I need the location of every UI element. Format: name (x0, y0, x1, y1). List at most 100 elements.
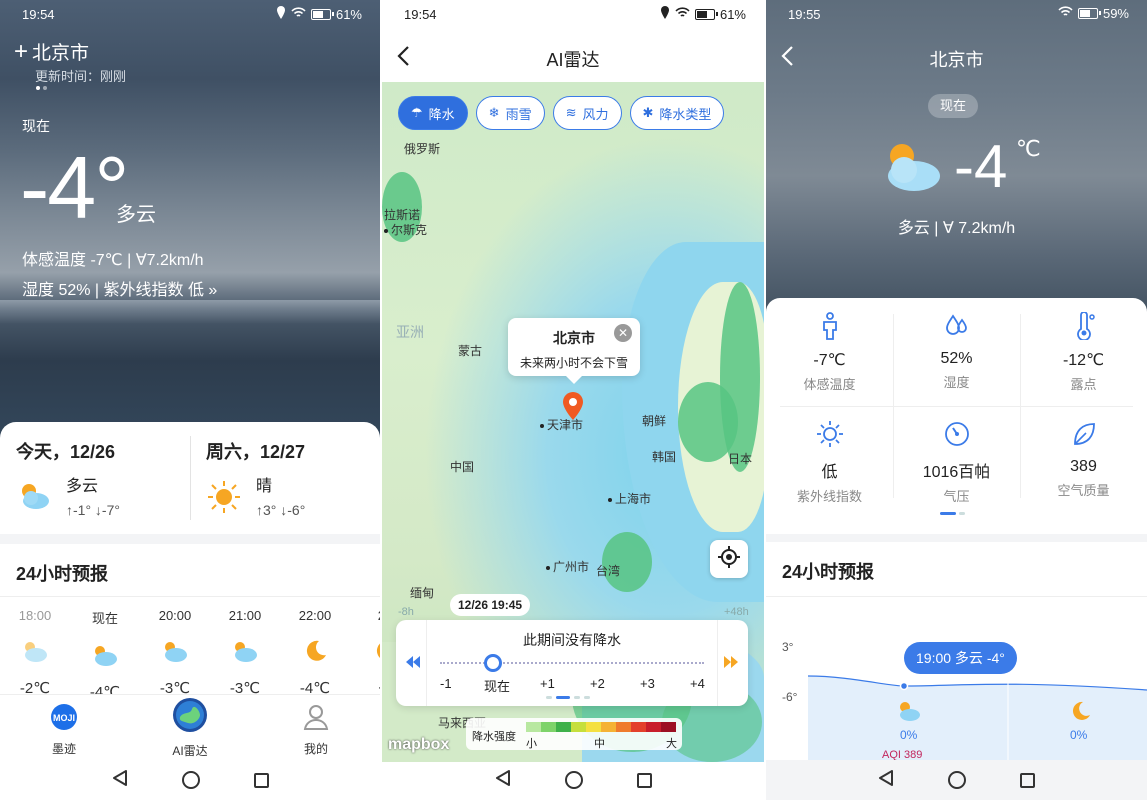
nav-recents-icon[interactable] (253, 772, 269, 788)
hour-temp: -2℃ (19, 680, 51, 694)
now-badge: 现在 (928, 94, 979, 118)
hourly-forecast-list[interactable]: 18:00 -2℃ 现在 -4℃ 20:00 -3℃ 21:00 -3℃ 22:… (0, 608, 380, 694)
page-indicator (36, 86, 47, 90)
fast-forward-icon[interactable] (722, 654, 740, 670)
day-range: ↑3° ↓-6° (256, 502, 306, 518)
hour-item[interactable]: 20:00 -3℃ (140, 608, 210, 694)
nav-recents-icon[interactable] (1020, 772, 1035, 788)
timeline-knob[interactable] (484, 654, 502, 672)
tab-moji[interactable]: MOJI 墨迹 (24, 703, 104, 757)
day-date: 周六，12/27 (206, 442, 306, 462)
status-bar: 19:54 61% (0, 0, 380, 30)
status-bar: 19:55 59% (766, 0, 1147, 30)
add-city-icon[interactable]: + (14, 39, 28, 63)
battery-icon (694, 8, 718, 20)
hour-temp: -3℃ (229, 680, 261, 694)
nav-home-icon[interactable] (564, 771, 583, 789)
forecast-24h-title: 24小时预报 (782, 562, 875, 582)
cloudy-icon (20, 637, 50, 665)
daily-forecast-card[interactable]: 今天，12/26 多云 ↑-1° ↓-7° 周六，12/27 晴 ↑3° ↓-6… (0, 422, 380, 534)
day-today[interactable]: 今天，12/26 多云 ↑-1° ↓-7° (16, 438, 120, 518)
nav-back-icon[interactable] (878, 769, 894, 792)
legend-tick: 中 (594, 738, 605, 750)
map-label: 广州市 (546, 558, 589, 575)
sleet-icon: ❄ (488, 105, 500, 120)
chip-rain-snow[interactable]: ❄ 雨雪 (475, 96, 545, 130)
status-icons: 61% (660, 6, 746, 22)
tab-profile[interactable]: 我的 (276, 703, 356, 757)
detail-label: 露点 (1070, 377, 1097, 392)
map-label: 尔斯克 (384, 221, 427, 238)
hour-item[interactable]: 18:00 -2℃ (0, 608, 70, 694)
divider (766, 596, 1147, 597)
hour-item[interactable]: 23 -4 (350, 608, 380, 694)
weather-detail-screen: 19:55 59% 北京市 现在 -4 ℃ 多云 | ∀ 7.2km/h -7℃… (766, 0, 1147, 800)
moji-logo-icon: MOJI (24, 703, 104, 734)
temp-axis-bottom: -6° (782, 690, 798, 704)
partly-cloudy-icon (90, 641, 120, 669)
legend-tick: 小 (526, 738, 537, 750)
status-time: 19:55 (788, 7, 821, 22)
timeline-tick: +4 (690, 676, 705, 691)
update-time: 更新时间：刚刚 (35, 69, 127, 84)
system-nav-bar (766, 760, 1147, 800)
sunny-icon (206, 480, 242, 519)
map-label: 蒙古 (458, 344, 483, 358)
timeline-track[interactable] (440, 662, 704, 664)
temperature-curve[interactable] (808, 670, 1147, 760)
nav-home-icon[interactable] (181, 771, 200, 789)
nav-back-icon[interactable] (495, 769, 511, 792)
detail-value: 低 (821, 464, 838, 481)
location-icon (660, 6, 670, 22)
detail-label: 空气质量 (1057, 483, 1110, 498)
hour-temp: -4℃ (299, 680, 331, 694)
location-popup[interactable]: 北京市 未来两小时不会下雪 ✕ (508, 318, 640, 384)
weather-home-screen: 19:54 61% + 北京市 更新时间：刚刚 现在 -4° 多云 体感温度 -… (0, 0, 380, 800)
day-saturday[interactable]: 周六，12/27 晴 ↑3° ↓-6° (206, 438, 306, 518)
chip-precip-type[interactable]: ✱ 降水类型 (629, 96, 725, 130)
battery-icon (1077, 8, 1101, 19)
thermometer-icon (1071, 311, 1097, 342)
tab-ai-radar[interactable]: AI雷达 (150, 698, 230, 759)
humidity-uv-link[interactable]: 湿度 52% | 紫外线指数 低 » (22, 276, 217, 300)
feels-like-wind: 体感温度 -7℃ | ∀7.2km/h (22, 252, 204, 269)
rewind-icon[interactable] (404, 654, 422, 670)
location-icon (276, 6, 286, 22)
city-name: 北京市 (32, 43, 90, 64)
precip-intensity-legend: 降水强度 小 中 大 (466, 718, 682, 750)
hour-label: 21:00 (228, 608, 262, 623)
nav-back-icon[interactable] (112, 769, 128, 792)
legend-label: 降水强度 (472, 731, 516, 743)
sun-outline-icon (816, 420, 843, 448)
radar-timeline[interactable]: 此期间没有降水 -1 现在 +1 +2 +3 +4 (396, 620, 748, 706)
chip-wind[interactable]: ≋ 风力 (552, 96, 622, 130)
locate-button[interactable] (710, 540, 748, 578)
day-date: 今天，12/26 (16, 442, 116, 462)
nav-home-icon[interactable] (948, 771, 966, 789)
close-icon[interactable]: ✕ (614, 324, 632, 342)
map-label: 俄罗斯 (404, 142, 441, 156)
moon-icon (370, 637, 380, 665)
city-selector[interactable]: + 北京市 (14, 38, 89, 65)
tab-label: 墨迹 (51, 742, 76, 756)
hour-item[interactable]: 现在 -4℃ (70, 608, 140, 694)
current-temperature: -4 (954, 133, 1008, 200)
nav-recents-icon[interactable] (636, 772, 652, 788)
page-title: 北京市 (929, 50, 984, 70)
moon-icon (1068, 700, 1092, 727)
chip-label: 降水类型 (659, 106, 712, 122)
hour-item[interactable]: 21:00 -3℃ (210, 608, 280, 694)
weather-details-card[interactable]: -7℃ 体感温度 52% 湿度 -12℃ 露点 低 紫外线指数 1016百帕 气… (766, 298, 1147, 534)
forecast-24h-card[interactable]: 24小时预报 19:00 多云 -4° 3° -6° 0% 0% AQI 389 (766, 542, 1147, 761)
radar-timestamp: 12/26 19:45 (450, 594, 531, 616)
map-label: +48h (724, 606, 749, 618)
chip-precipitation[interactable]: ☂ 降水 (398, 96, 468, 130)
hour-item[interactable]: 22:00 -4℃ (280, 608, 350, 694)
current-temperature: -4° (20, 138, 129, 237)
profile-icon (276, 703, 356, 734)
page-title: AI雷达 (546, 50, 600, 70)
tab-label: 我的 (303, 742, 328, 756)
precip-percent: 0% (900, 728, 918, 742)
system-nav-bar (382, 760, 764, 800)
current-condition: 多云 (116, 204, 156, 226)
